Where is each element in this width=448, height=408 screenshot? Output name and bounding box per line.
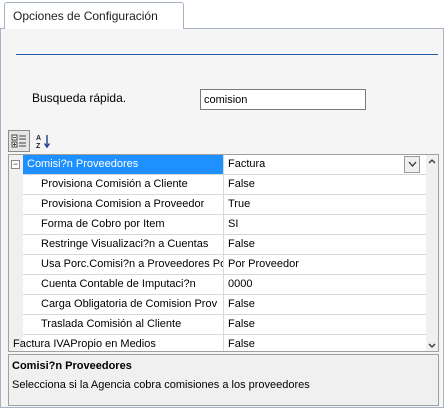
row-gutter: − bbox=[9, 155, 23, 175]
property-value[interactable]: False bbox=[228, 335, 424, 351]
property-value[interactable]: SI bbox=[228, 215, 424, 234]
property-name: Usa Porc.Comisi?n a Proveedores Por bbox=[23, 255, 224, 274]
table-row[interactable]: Forma de Cobro por Item SI bbox=[9, 215, 428, 235]
category-value[interactable]: Factura bbox=[228, 155, 424, 174]
row-gutter bbox=[9, 175, 23, 195]
property-value[interactable]: False bbox=[228, 175, 424, 194]
table-row[interactable]: Traslada Comisión al Cliente False bbox=[9, 315, 428, 335]
property-value[interactable]: False bbox=[228, 295, 424, 314]
property-value[interactable]: True bbox=[228, 195, 424, 214]
alphabetical-sort-icon: A Z bbox=[35, 133, 51, 149]
property-name: Carga Obligatoria de Comision Prov bbox=[23, 295, 224, 314]
search-label: Busqueda rápida. bbox=[32, 91, 127, 105]
row-gutter bbox=[9, 195, 23, 215]
table-row[interactable]: Cuenta Contable de Imputaci?n 0000 bbox=[9, 275, 428, 295]
property-value[interactable]: Por Proveedor bbox=[228, 255, 424, 274]
collapse-icon[interactable]: − bbox=[11, 160, 20, 169]
property-name: Provisiona Comisión a Cliente bbox=[23, 175, 224, 194]
property-name: Forma de Cobro por Item bbox=[23, 215, 224, 234]
table-row[interactable]: Carga Obligatoria de Comision Prov False bbox=[9, 295, 428, 315]
table-row[interactable]: Usa Porc.Comisi?n a Proveedores Por Por … bbox=[9, 255, 428, 275]
row-gutter bbox=[9, 255, 23, 275]
vertical-scrollbar[interactable] bbox=[426, 155, 438, 351]
separator-line bbox=[16, 54, 438, 55]
dropdown-arrow-icon bbox=[408, 155, 417, 174]
tab-label: Opciones de Configuración bbox=[13, 9, 158, 23]
categorized-icon bbox=[11, 133, 27, 149]
property-value[interactable]: 0000 bbox=[228, 275, 424, 294]
alphabetical-button[interactable]: A Z bbox=[32, 130, 54, 152]
property-name: Factura IVAPropio en Medios bbox=[9, 335, 224, 351]
property-value[interactable]: False bbox=[228, 235, 424, 254]
table-row[interactable]: Restringe Visualizaci?n a Cuentas False bbox=[9, 235, 428, 255]
property-name: Cuenta Contable de Imputaci?n bbox=[23, 275, 224, 294]
row-gutter bbox=[9, 295, 23, 315]
table-row[interactable]: Provisiona Comision a Proveedor True bbox=[9, 195, 428, 215]
grid-toolbar: A Z bbox=[8, 130, 440, 152]
property-name: Traslada Comisión al Cliente bbox=[23, 315, 224, 334]
property-name: Restringe Visualizaci?n a Cuentas bbox=[23, 235, 224, 254]
description-text: Selecciona si la Agencia cobra comisione… bbox=[12, 379, 310, 391]
svg-text:Z: Z bbox=[36, 143, 41, 149]
scroll-up-icon[interactable] bbox=[426, 155, 438, 167]
search-input[interactable] bbox=[200, 89, 366, 110]
property-grid: − Comisi?n Proveedores Factura Provision… bbox=[8, 154, 439, 352]
table-row[interactable]: Factura IVAPropio en Medios False bbox=[9, 335, 428, 351]
tab-opciones-configuracion[interactable]: Opciones de Configuración bbox=[4, 2, 184, 29]
description-panel: Comisi?n Proveedores Selecciona si la Ag… bbox=[8, 354, 439, 406]
category-name: Comisi?n Proveedores bbox=[23, 155, 224, 174]
property-name: Provisiona Comision a Proveedor bbox=[23, 195, 224, 214]
dropdown-button[interactable] bbox=[404, 156, 420, 173]
row-gutter bbox=[9, 315, 23, 335]
categorized-button[interactable] bbox=[8, 130, 30, 152]
grid-category-row[interactable]: − Comisi?n Proveedores Factura bbox=[9, 155, 428, 175]
row-gutter bbox=[9, 235, 23, 255]
property-value[interactable]: False bbox=[228, 315, 424, 334]
category-value-text: Factura bbox=[228, 158, 266, 170]
svg-text:A: A bbox=[36, 135, 41, 142]
description-title: Comisi?n Proveedores bbox=[12, 360, 132, 372]
table-row[interactable]: Provisiona Comisión a Cliente False bbox=[9, 175, 428, 195]
row-gutter bbox=[9, 215, 23, 235]
scroll-down-icon[interactable] bbox=[426, 339, 438, 351]
row-gutter bbox=[9, 275, 23, 295]
